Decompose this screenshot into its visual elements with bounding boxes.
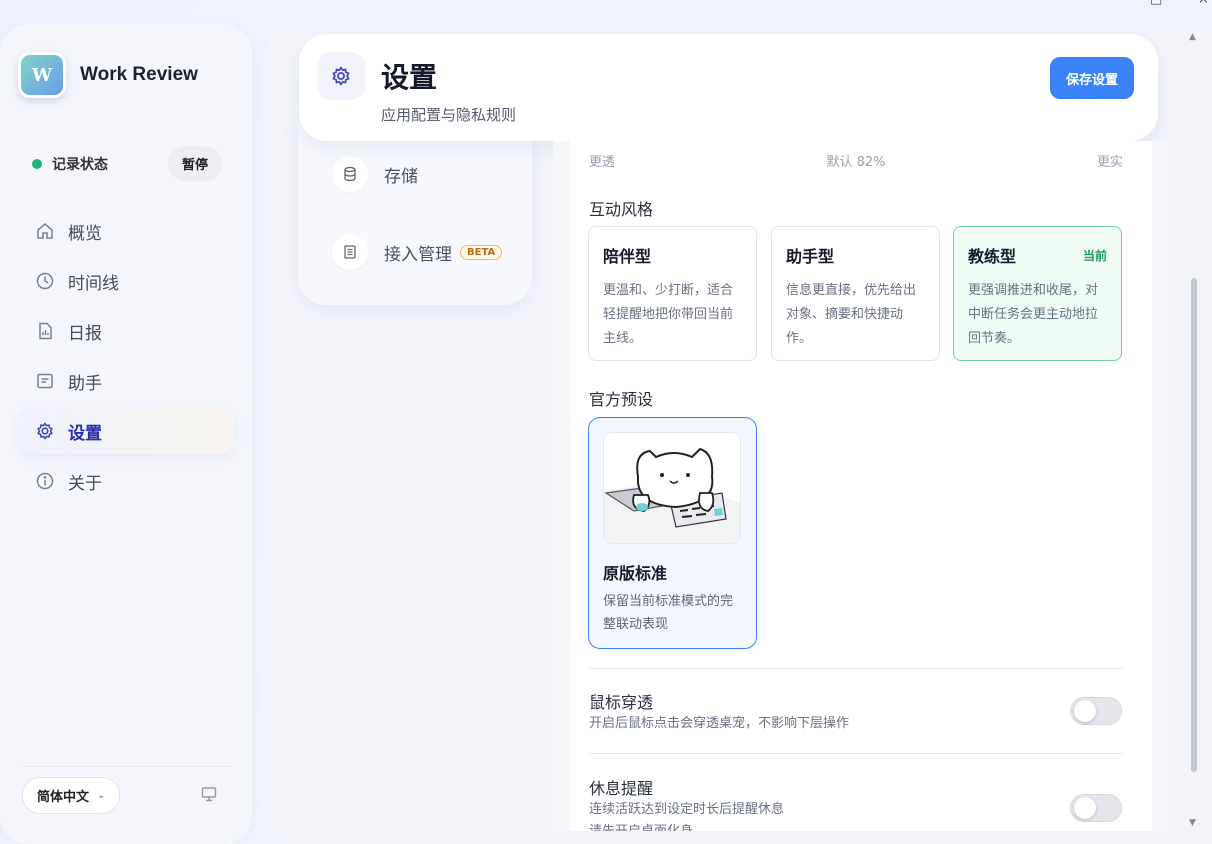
gear-icon: [317, 52, 365, 100]
brand: W Work Review: [18, 52, 198, 98]
database-icon: [332, 156, 368, 192]
preset-card-original[interactable]: 原版标准 保留当前标准模式的完整联动表现: [588, 417, 757, 649]
preset-desc: 保留当前标准模式的完整联动表现: [603, 594, 734, 632]
mouse-through-desc: 开启后鼠标点击会穿透桌宠，不影响下层操作: [589, 716, 850, 731]
preset-name: 原版标准: [603, 564, 668, 583]
nav-item-label: 日报: [68, 323, 102, 344]
app-logo-icon: W: [18, 52, 66, 98]
page-title: 设置: [381, 61, 438, 94]
subnav-item-label: 接入管理: [384, 244, 452, 265]
nav-item-label: 概览: [68, 223, 102, 244]
subnav-item-storage[interactable]: 存储: [332, 156, 418, 192]
beta-badge: BETA: [460, 244, 503, 260]
nav-item-about[interactable]: 关于: [18, 458, 234, 504]
toggle-knob: [1074, 797, 1096, 819]
nav-item-label: 时间线: [68, 273, 119, 294]
opacity-slider-labels: 更透 默认 82% 更实: [589, 151, 1123, 170]
page-header: 设置 应用配置与隐私规则 保存设置: [299, 34, 1158, 141]
assistant-icon: [34, 370, 56, 392]
clock-icon: [34, 270, 56, 292]
app-name: Work Review: [80, 64, 198, 85]
opacity-min-label: 更透: [589, 155, 616, 170]
style-card-assistant[interactable]: 助手型 信息更直接，优先给出对象、摘要和快捷动作。: [771, 226, 940, 361]
nav-item-label: 关于: [68, 473, 102, 494]
mouse-through-toggle[interactable]: [1070, 697, 1122, 725]
rest-reminder-title: 休息提醒: [589, 779, 654, 798]
divider: [589, 753, 1123, 754]
recording-status-label: 记录状态: [52, 156, 108, 173]
cat-illustration-icon: [604, 433, 740, 543]
scroll-down-icon[interactable]: ▼: [1189, 818, 1196, 828]
info-icon: [34, 470, 56, 492]
style-card-desc: 更温和、少打断，适合轻提醒地把你带回当前主线。: [603, 283, 734, 346]
page-subtitle: 应用配置与隐私规则: [381, 106, 517, 124]
nav-item-settings[interactable]: 设置: [18, 408, 234, 454]
gear-icon: [34, 420, 56, 442]
nav-item-overview[interactable]: 概览: [18, 208, 234, 254]
report-icon: [34, 320, 56, 342]
scroll-up-icon[interactable]: ▲: [1189, 32, 1196, 42]
monitor-icon[interactable]: [200, 785, 218, 807]
rest-reminder-hint: 请先开启桌面化身: [589, 821, 693, 831]
server-icon: [332, 234, 368, 270]
current-badge: 当前: [1082, 248, 1107, 263]
status-dot-icon: [32, 158, 42, 169]
chevron-down-icon: ⌄: [97, 790, 106, 801]
settings-content: 更透 默认 82% 更实 互动风格 陪伴型 更温和、少打断，适合轻提醒地把你带回…: [553, 141, 1169, 831]
nav-item-label: 设置: [68, 423, 102, 444]
style-card-title: 教练型 当前: [968, 247, 1107, 266]
close-icon[interactable]: ×: [1198, 0, 1209, 7]
subnav-item-integration[interactable]: 接入管理 BETA: [332, 234, 503, 270]
nav-item-daily-report[interactable]: 日报: [18, 308, 234, 354]
opacity-default-label: 默认 82%: [826, 155, 886, 170]
settings-subnav: 存储 接入管理 BETA: [298, 120, 532, 305]
style-card-title: 陪伴型: [603, 247, 652, 266]
divider: [589, 668, 1123, 669]
style-card-companion[interactable]: 陪伴型 更温和、少打断，适合轻提醒地把你带回当前主线。: [588, 226, 757, 361]
preset-thumbnail: [603, 432, 741, 544]
nav-item-timeline[interactable]: 时间线: [18, 258, 234, 304]
nav-item-label: 助手: [68, 373, 102, 394]
toggle-knob: [1074, 700, 1096, 722]
main-nav: 概览 时间线 日报 助手 设置 关于: [18, 208, 234, 508]
nav-item-assistant[interactable]: 助手: [18, 358, 234, 404]
rest-reminder-toggle[interactable]: [1070, 794, 1122, 822]
scrollbar-thumb[interactable]: [1191, 278, 1197, 772]
style-card-title: 助手型: [786, 247, 835, 266]
sidebar: W Work Review 记录状态 暂停 概览 时间线 日报 助手 设置 关于…: [0, 24, 252, 844]
language-select[interactable]: 简体中文 ⌄: [22, 777, 121, 814]
pause-button[interactable]: 暂停: [167, 146, 222, 181]
settings-card: 更透 默认 82% 更实 互动风格 陪伴型 更温和、少打断，适合轻提醒地把你带回…: [570, 141, 1152, 831]
style-card-coach[interactable]: 教练型 当前 更强调推进和收尾，对中断任务会更主动地拉回节奏。: [953, 226, 1122, 361]
save-settings-button[interactable]: 保存设置: [1050, 57, 1134, 99]
official-presets-label: 官方预设: [589, 390, 654, 409]
maximize-icon[interactable]: □: [1150, 0, 1162, 7]
mouse-through-title: 鼠标穿透: [589, 693, 654, 712]
style-card-desc: 信息更直接，优先给出对象、摘要和快捷动作。: [786, 283, 917, 346]
sidebar-footer: 简体中文 ⌄: [22, 766, 232, 814]
subnav-item-label: 存储: [384, 166, 418, 187]
rest-reminder-desc: 连续活跃达到设定时长后提醒休息: [589, 802, 785, 817]
opacity-max-label: 更实: [1096, 155, 1123, 170]
recording-status: 记录状态 暂停: [32, 146, 222, 181]
style-card-desc: 更强调推进和收尾，对中断任务会更主动地拉回节奏。: [968, 283, 1099, 346]
interaction-style-label: 互动风格: [589, 200, 654, 219]
home-icon: [34, 220, 56, 242]
language-select-value: 简体中文: [37, 790, 90, 805]
